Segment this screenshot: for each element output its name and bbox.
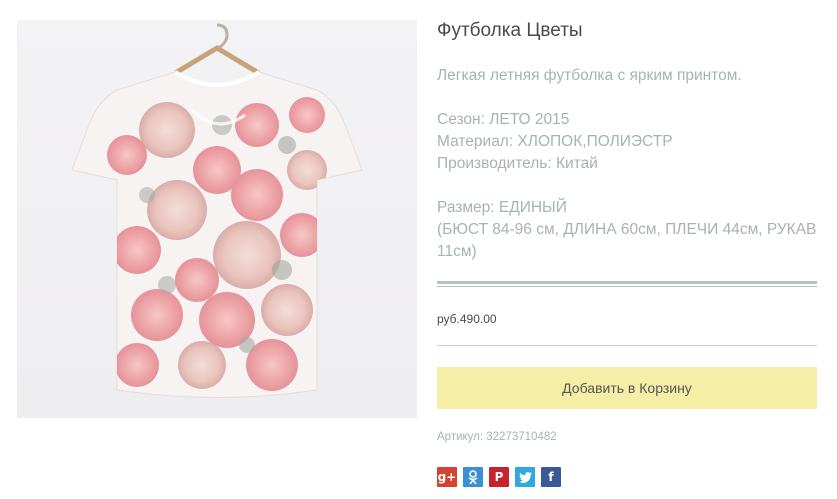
add-to-cart-button[interactable]: Добавить в Корзину	[437, 367, 817, 409]
product-description: Легкая летняя футболка с ярким принтом. …	[437, 65, 817, 263]
social-glyph: P	[494, 470, 504, 484]
floral-tshirt-image	[71, 23, 363, 398]
twitter-icon[interactable]	[515, 467, 535, 487]
product-short-description: Легкая летняя футболка с ярким принтом.	[437, 67, 742, 84]
odnoklassniki-icon[interactable]	[463, 467, 483, 487]
facebook-icon[interactable]: f	[541, 467, 561, 487]
product-title: Футболка Цветы	[437, 20, 583, 41]
social-share-buttons: g+ P f	[437, 467, 561, 487]
product-size: Размер: ЕДИНЫЙ	[437, 199, 567, 216]
twitter-glyph	[518, 471, 532, 483]
divider	[437, 345, 817, 346]
divider	[437, 281, 817, 287]
product-price: руб.490.00	[437, 312, 497, 326]
google-plus-icon[interactable]: g+	[437, 467, 457, 487]
product-manufacturer: Производитель: Китай	[437, 155, 598, 172]
product-sku: Артикул: 32273710482	[437, 431, 557, 443]
pinterest-icon[interactable]: P	[489, 467, 509, 487]
product-image[interactable]	[17, 20, 417, 418]
product-season: Сезон: ЛЕТО 2015	[437, 111, 570, 128]
product-size-details: (БЮСТ 84-96 см, ДЛИНА 60см, ПЛЕЧИ 44см, …	[437, 221, 817, 260]
social-glyph: f	[548, 470, 554, 484]
product-material: Материал: ХЛОПОК,ПОЛИЭСТР	[437, 133, 673, 150]
odnoklassniki-glyph	[468, 470, 478, 484]
social-glyph: g+	[437, 470, 457, 484]
